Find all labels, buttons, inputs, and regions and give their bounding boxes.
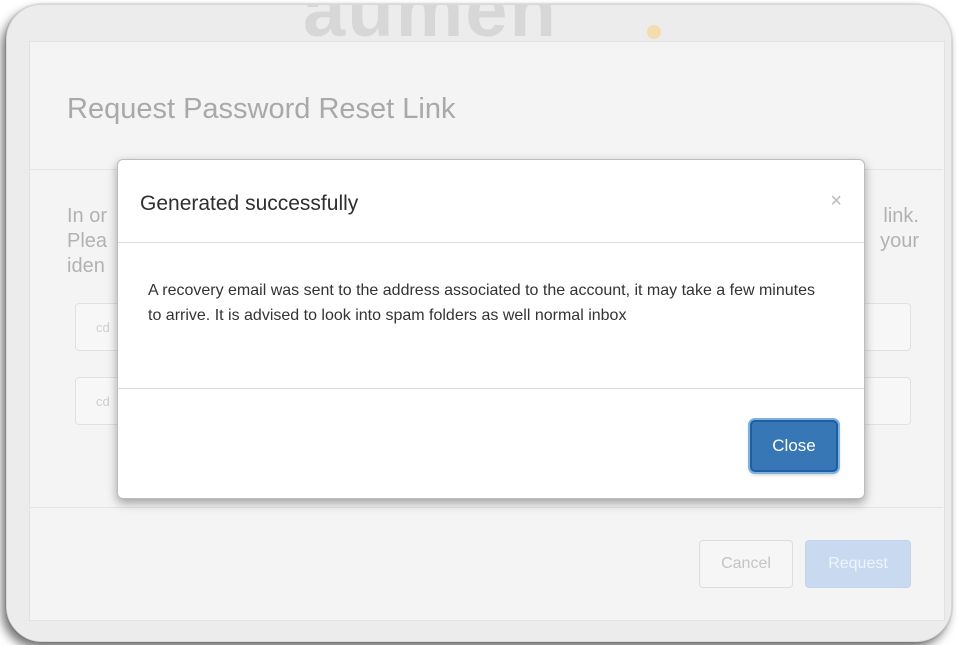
email-input-placeholder: cd bbox=[96, 394, 110, 409]
modal-message: A recovery email was sent to the address… bbox=[148, 282, 815, 324]
brand-logo-dot bbox=[647, 25, 661, 39]
cancel-button[interactable]: Cancel bbox=[699, 540, 793, 588]
page-title: Request Password Reset Link bbox=[67, 93, 456, 125]
modal-footer-divider bbox=[118, 388, 864, 389]
request-button[interactable]: Request bbox=[805, 540, 911, 588]
username-input-placeholder: cd bbox=[96, 320, 110, 335]
success-modal: Generated successfully × A recovery emai… bbox=[117, 159, 865, 499]
modal-header-divider bbox=[118, 242, 864, 243]
panel-divider-bottom bbox=[29, 507, 943, 508]
instructions-line: your bbox=[880, 230, 919, 252]
screenshot-frame: aumen Request Password Reset Link In or … bbox=[6, 4, 952, 642]
instructions-line: link. bbox=[883, 205, 919, 227]
close-button[interactable]: Close bbox=[750, 420, 838, 472]
close-icon[interactable]: × bbox=[830, 190, 842, 213]
instructions-text-right: link. your bbox=[859, 204, 919, 254]
app-screen: aumen Request Password Reset Link In or … bbox=[7, 5, 951, 641]
modal-title: Generated successfully bbox=[140, 192, 359, 215]
